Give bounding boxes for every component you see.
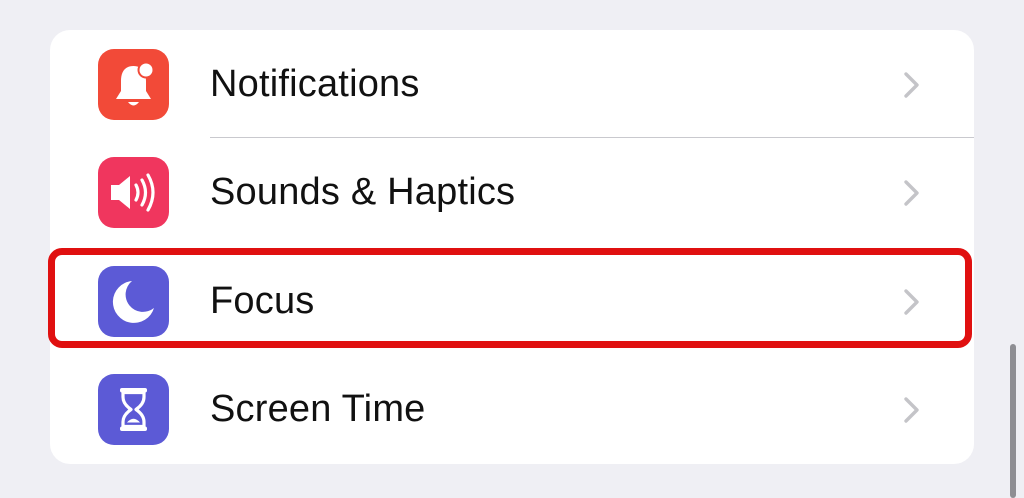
scrollbar[interactable] <box>1010 344 1016 498</box>
bell-icon <box>116 61 155 106</box>
hourglass-icon <box>120 388 147 431</box>
sounds-icon-tile <box>98 157 169 228</box>
chevron-right-icon <box>904 397 919 423</box>
settings-row-notifications[interactable]: Notifications <box>50 30 974 138</box>
settings-group: Notifications Sounds & Haptics Focus Scr… <box>50 30 974 464</box>
chevron-right-icon <box>904 180 919 206</box>
settings-row-screen-time[interactable]: Screen Time <box>50 355 974 463</box>
settings-row-label: Screen Time <box>210 388 426 430</box>
moon-icon <box>112 281 154 323</box>
settings-row-focus[interactable]: Focus <box>50 247 974 355</box>
chevron-right-icon <box>904 72 919 98</box>
focus-icon-tile <box>98 266 169 337</box>
chevron-right-icon <box>904 289 919 315</box>
settings-row-sounds-haptics[interactable]: Sounds & Haptics <box>50 138 974 246</box>
settings-row-label: Notifications <box>210 63 420 105</box>
settings-row-label: Sounds & Haptics <box>210 171 516 213</box>
screen-time-icon-tile <box>98 374 169 445</box>
notifications-icon-tile <box>98 49 169 120</box>
settings-row-label: Focus <box>210 280 315 322</box>
speaker-icon <box>111 173 155 212</box>
